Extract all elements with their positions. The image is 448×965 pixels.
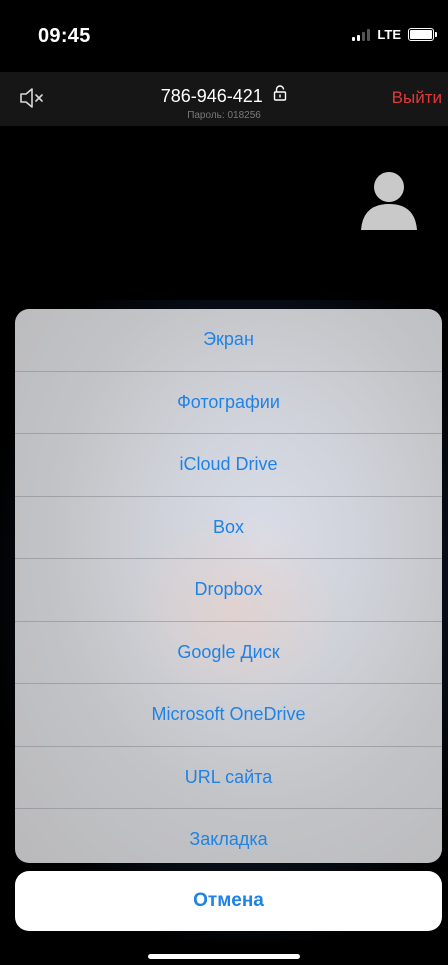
share-option-google-drive[interactable]: Google Диск	[15, 622, 442, 684]
share-option-dropbox[interactable]: Dropbox	[15, 559, 442, 622]
home-indicator[interactable]	[148, 954, 300, 959]
share-option-website-url[interactable]: URL сайта	[15, 747, 442, 809]
share-option-photos[interactable]: Фотографии	[15, 372, 442, 434]
lock-icon	[273, 85, 287, 106]
share-option-icloud-drive[interactable]: iCloud Drive	[15, 434, 442, 497]
share-option-onedrive[interactable]: Microsoft OneDrive	[15, 684, 442, 747]
cancel-button[interactable]: Отмена	[15, 871, 442, 931]
screen: 09:45 LTE 786-946-421 Пароль: 018256 Вый…	[0, 0, 448, 965]
status-bar: 09:45 LTE	[0, 0, 448, 70]
meeting-title[interactable]: 786-946-421	[0, 85, 448, 107]
share-option-screen[interactable]: Экран	[15, 309, 442, 372]
leave-button[interactable]: Выйти	[392, 88, 442, 108]
network-label: LTE	[377, 27, 401, 42]
meeting-header: 786-946-421 Пароль: 018256 Выйти	[0, 72, 448, 126]
battery-icon	[408, 28, 437, 41]
meeting-password: Пароль: 018256	[187, 110, 261, 121]
person-avatar-icon	[359, 170, 419, 230]
signal-icon	[352, 28, 371, 41]
share-action-sheet: Экран Фотографии iCloud Drive Box Dropbo…	[15, 309, 442, 863]
status-indicators: LTE	[352, 27, 437, 42]
share-option-bookmark[interactable]: Закладка	[15, 809, 442, 863]
status-time: 09:45	[38, 25, 91, 47]
share-option-box[interactable]: Box	[15, 497, 442, 559]
meeting-id: 786-946-421	[160, 86, 263, 106]
